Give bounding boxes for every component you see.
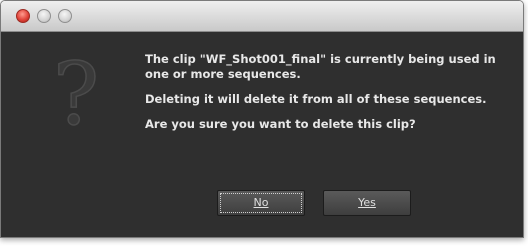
- message-clip-in-use: The clip "WF_Shot001_final" is currently…: [145, 52, 496, 81]
- question-mark-icon: ?: [52, 44, 100, 144]
- minimize-window-button[interactable]: [37, 9, 51, 23]
- title-bar[interactable]: [1, 1, 523, 32]
- question-mark-glyph: ?: [53, 45, 99, 144]
- no-button[interactable]: No: [217, 190, 305, 216]
- dialog-body: ? The clip "WF_Shot001_final" is current…: [1, 32, 523, 237]
- close-window-button[interactable]: [16, 9, 30, 23]
- message-delete-warning: Deleting it will delete it from all of t…: [145, 92, 487, 106]
- dialog-window: ? The clip "WF_Shot001_final" is current…: [0, 0, 524, 238]
- message-area: The clip "WF_Shot001_final" is currently…: [145, 52, 505, 142]
- message-confirm-question: Are you sure you want to delete this cli…: [145, 117, 416, 131]
- zoom-window-button[interactable]: [58, 9, 72, 23]
- yes-button[interactable]: Yes: [323, 190, 411, 216]
